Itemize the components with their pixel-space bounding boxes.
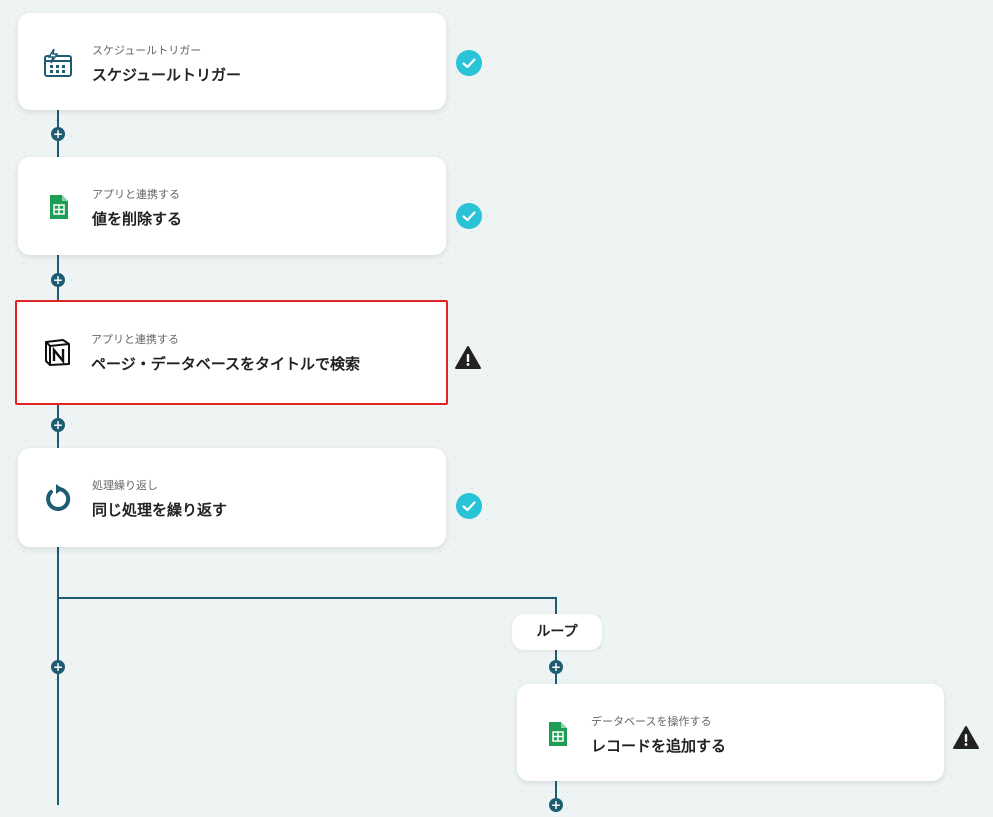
node-title: レコードを追加する [591,737,727,755]
node-title: 同じ処理を繰り返す [92,501,228,519]
warning-icon [953,725,979,751]
flow-node-delete-values[interactable]: アプリと連携する 値を削除する [18,157,446,255]
node-title: スケジュールトリガー [92,66,241,84]
branch-vertical-line-top [555,597,557,615]
add-step-button[interactable]: + [51,660,65,674]
check-icon [456,50,482,76]
warning-icon [455,345,481,371]
add-step-button[interactable]: + [51,273,65,287]
flow-node-add-record[interactable]: データベースを操作する レコードを追加する [517,684,944,781]
node-category: アプリと連携する [91,333,179,346]
flow-node-loop[interactable]: 処理繰り返し 同じ処理を繰り返す [18,448,446,547]
add-step-button[interactable]: + [51,127,65,141]
node-category: 処理繰り返し [92,479,158,492]
check-icon [456,203,482,229]
add-loop-step-button[interactable]: + [549,660,563,674]
node-category: アプリと連携する [92,188,180,201]
node-category: スケジュールトリガー [92,44,202,57]
notion-icon [41,336,73,368]
google-sheets-icon [42,191,74,223]
branch-horizontal-line [57,597,556,599]
flow-node-search-pages[interactable]: アプリと連携する ページ・データベースをタイトルで検索 [15,300,448,405]
node-title: 値を削除する [92,210,183,228]
node-title: ページ・データベースをタイトルで検索 [91,355,360,373]
schedule-trigger-icon [42,47,74,79]
flow-node-schedule-trigger[interactable]: スケジュールトリガー スケジュールトリガー [18,13,446,110]
check-icon [456,493,482,519]
loop-label: ループ [512,614,602,650]
add-loop-step-button[interactable]: + [549,798,563,812]
loop-icon [42,482,74,514]
node-category: データベースを操作する [591,715,712,728]
add-step-button[interactable]: + [51,418,65,432]
google-sheets-icon [541,718,573,750]
